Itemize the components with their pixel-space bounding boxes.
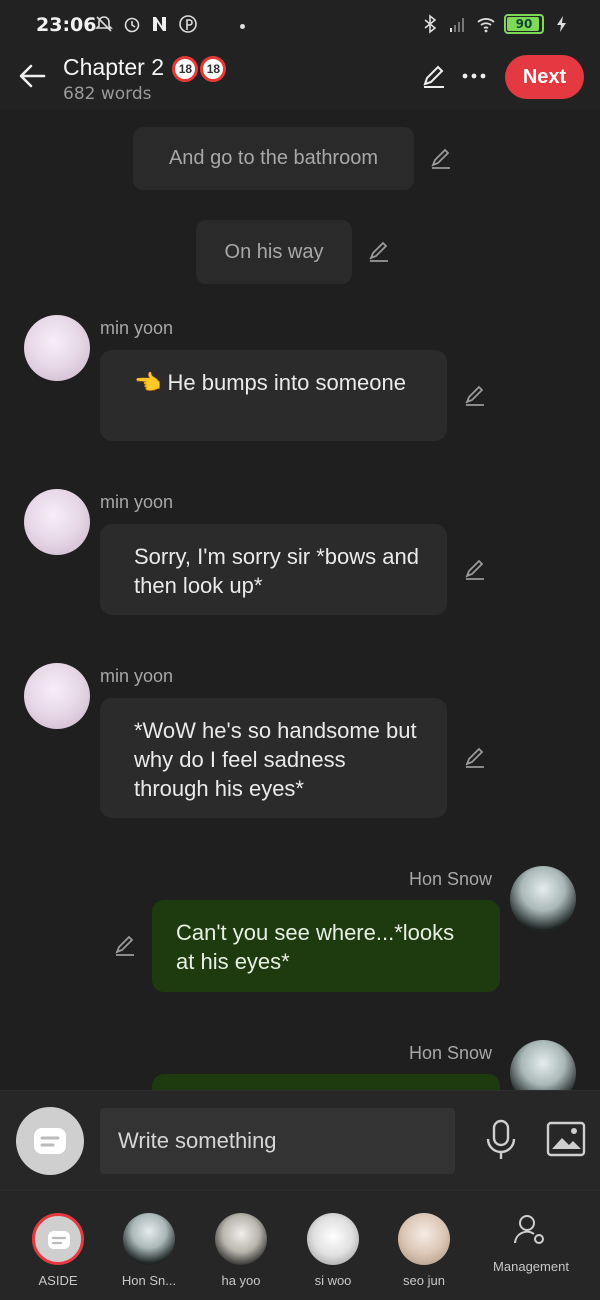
speaker-name: Hon Snow [409,1043,493,1063]
chapter-title-text: Chapter 2 [63,54,165,80]
bluetooth-icon [424,14,437,34]
message-text: Can't you see where...*looks at his eyes… [176,920,455,974]
narration-text: And go to the bathroom [168,147,379,169]
age-rating-badge: 18 [200,55,227,82]
age-rating-badge: 18 [172,55,199,82]
message-input[interactable] [100,1108,455,1174]
notification-dot [240,24,245,29]
pencil-icon[interactable] [420,62,448,90]
next-button[interactable]: Next [505,55,584,99]
message-text: *WoW he's so handsome but why do I feel … [134,718,417,801]
chapter-header: Chapter 2 18 18 682 words Next [0,52,600,110]
tab-ha-yoo[interactable]: ha yoo [196,1211,286,1291]
tab-aside[interactable]: ASIDE [13,1211,103,1291]
message-bubble-self[interactable]: Can't you see where...*looks at his eyes… [152,900,500,992]
aside-avatar [32,1213,84,1265]
status-right-icons: 90 [420,14,572,34]
alarm-icon [124,17,140,33]
edit-pencil-icon[interactable] [462,556,488,582]
signal-icon [450,18,464,32]
aside-message-icon [48,1231,70,1249]
speaker-name: min yoon [100,318,174,338]
avatar[interactable] [24,663,90,729]
message-bubble-self[interactable] [152,1074,500,1090]
message-bubble[interactable]: *WoW he's so handsome but why do I feel … [100,698,447,818]
pinterest-icon [179,15,197,33]
tab-seo-jun[interactable]: seo jun [379,1211,469,1291]
tab-label: Hon Sn... [121,1273,177,1288]
charging-icon [557,16,566,32]
battery-icon: 90 [504,14,544,34]
more-options-icon[interactable] [460,62,488,90]
message-bubble[interactable]: 👈 He bumps into someone [100,350,447,441]
tab-label: ha yoo [221,1273,261,1288]
edit-pencil-icon[interactable] [428,145,454,171]
tab-label: ASIDE [38,1273,78,1288]
avatar [307,1213,359,1265]
avatar [215,1213,267,1265]
avatar[interactable] [510,866,576,932]
narration-bubble[interactable]: On his way [196,220,352,284]
avatar[interactable] [24,315,90,381]
status-bar: 23:06 90 [0,0,600,52]
aside-toggle-button[interactable] [16,1107,84,1175]
word-count: 682 words [63,84,152,104]
wifi-icon [477,18,495,33]
message-text: Sorry, I'm sorry sir *bows and then look… [134,544,419,598]
tab-si-woo[interactable]: si woo [288,1211,378,1291]
avatar[interactable] [510,1040,576,1090]
edit-pencil-icon[interactable] [462,382,488,408]
speaker-name: Hon Snow [409,869,493,889]
narration-text: On his way [224,240,324,263]
bell-muted-icon [95,16,113,32]
message-bubble[interactable]: Sorry, I'm sorry sir *bows and then look… [100,524,447,615]
chapter-title: Chapter 2 18 18 [63,54,227,82]
tab-management[interactable]: Management [486,1211,576,1291]
status-time: 23:06 [36,14,97,36]
status-left-icons [94,14,198,34]
narration-bubble[interactable]: And go to the bathroom [133,127,414,190]
avatar [123,1213,175,1265]
edit-pencil-icon[interactable] [462,744,488,770]
speaker-name: min yoon [100,492,174,512]
chat-area[interactable]: And go to the bathroom On his way min yo… [0,110,600,1090]
aside-message-icon [34,1128,66,1154]
battery-level: 90 [515,17,533,31]
avatar [398,1213,450,1265]
speaker-name: min yoon [100,666,174,686]
back-arrow-icon[interactable] [16,60,48,92]
n-app-icon [153,17,166,31]
user-settings-icon [514,1215,544,1244]
tab-label: seo jun [403,1273,445,1288]
message-text: 👈 He bumps into someone [134,370,406,395]
character-tab-bar: ASIDE Hon Sn... ha yoo si woo seo jun Ma… [0,1190,600,1300]
image-icon[interactable] [546,1121,586,1157]
tab-label: si woo [314,1273,352,1288]
tab-hon-snow[interactable]: Hon Sn... [104,1211,194,1291]
edit-pencil-icon[interactable] [112,932,138,958]
microphone-icon[interactable] [484,1119,518,1161]
compose-bar [0,1090,600,1190]
edit-pencil-icon[interactable] [366,238,392,264]
avatar[interactable] [24,489,90,555]
tab-label: Management [493,1259,569,1274]
